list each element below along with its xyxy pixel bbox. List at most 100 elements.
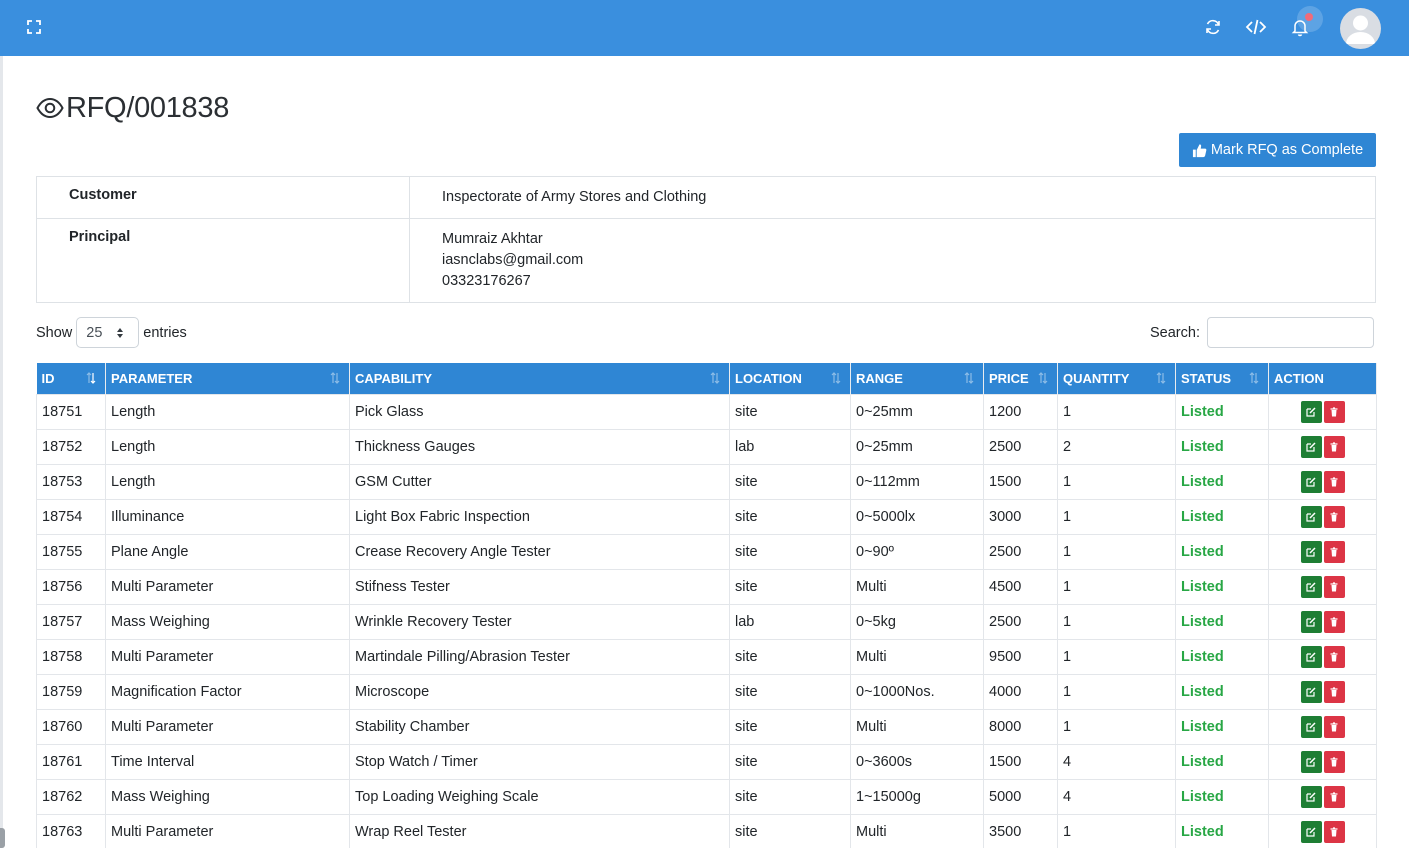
column-header-label: PARAMETER [111,370,193,386]
column-header-id[interactable]: ID [36,363,106,394]
delete-button[interactable] [1323,436,1345,458]
trash-icon [1330,512,1338,522]
table-row: 18756 Multi Parameter Stifness Tester site M… [36,568,1377,605]
cell-capability: Wrinkle Recovery Tester [349,603,730,640]
cell-quantity: 1 [1057,603,1176,640]
cell-id: 18762 [36,778,106,815]
cell-capability: GSM Cutter [349,463,730,500]
delete-button[interactable] [1323,576,1345,598]
search-input[interactable] [1206,317,1374,348]
edit-button[interactable] [1300,541,1322,563]
cell-action [1268,498,1377,535]
edit-icon [1306,477,1316,487]
delete-button[interactable] [1323,681,1345,703]
edit-button[interactable] [1300,436,1322,458]
user-avatar[interactable] [1340,8,1381,49]
delete-button[interactable] [1323,751,1345,773]
cell-id: 18757 [36,603,106,640]
cell-parameter: Multi Parameter [105,638,350,675]
column-header-status[interactable]: STATUS [1175,363,1269,394]
sort-icon [710,372,720,384]
row-actions [1274,750,1371,773]
cell-parameter: Length [105,393,350,430]
edit-button[interactable] [1300,506,1322,528]
show-label: Show [36,324,73,341]
edit-button[interactable] [1300,786,1322,808]
sort-icon [1249,372,1259,384]
scrollbar-handle[interactable] [0,828,5,848]
table-header-row: ID PARAMETER CAPABILITY LOCATION RANGE PRICE Q… [36,363,1377,394]
row-actions [1274,505,1371,528]
table-row: 18754 Illuminance Light Box Fabric Inspect… [36,498,1377,535]
column-header-range[interactable]: RANGE [850,363,984,394]
delete-button[interactable] [1323,541,1345,563]
cell-range: 0~25mm [850,393,984,430]
cell-price: 4000 [983,673,1058,710]
cell-price: 1500 [983,743,1058,780]
edit-icon [1306,827,1316,837]
cell-location: site [729,708,851,745]
delete-button[interactable] [1323,716,1345,738]
principal-phone: 03323176267 [442,273,531,289]
cell-id: 18755 [36,533,106,570]
edit-button[interactable] [1300,751,1322,773]
delete-button[interactable] [1323,821,1345,843]
edit-button[interactable] [1300,471,1322,493]
rfq-info-table: Customer Inspectorate of Army Stores and… [36,176,1376,303]
cell-quantity: 1 [1057,708,1176,745]
code-icon[interactable] [1245,16,1267,38]
cell-capability: Pick Glass [349,393,730,430]
trash-icon [1330,407,1338,417]
entries-label: entries [143,324,187,341]
edit-button[interactable] [1300,401,1322,423]
cell-status: Listed [1175,428,1269,465]
cell-parameter: Length [105,428,350,465]
cell-action [1268,568,1377,605]
table-row: 18761 Time Interval Stop Watch / Timer site… [36,743,1377,780]
column-header-parameter[interactable]: PARAMETER [105,363,350,394]
delete-button[interactable] [1323,646,1345,668]
column-header-location[interactable]: LOCATION [729,363,851,394]
cell-parameter: Multi Parameter [105,568,350,605]
column-header-quantity[interactable]: QUANTITY [1057,363,1176,394]
mark-complete-button[interactable]: Mark RFQ as Complete [1179,133,1376,167]
cell-status: Listed [1175,708,1269,745]
column-header-label: STATUS [1181,370,1232,386]
column-header-action[interactable]: ACTION [1268,363,1377,394]
column-header-capability[interactable]: CAPABILITY [349,363,730,394]
delete-button[interactable] [1323,786,1345,808]
edit-button[interactable] [1300,716,1322,738]
cell-status: Listed [1175,393,1269,430]
cell-price: 1200 [983,393,1058,430]
edit-button[interactable] [1300,646,1322,668]
table-row: 18752 Length Thickness Gauges lab 0~25mm 2500… [36,428,1377,465]
search-label: Search: [1150,324,1200,341]
row-actions [1274,575,1371,598]
edit-button[interactable] [1300,681,1322,703]
delete-button[interactable] [1323,401,1345,423]
table-body: 18751 Length Pick Glass site 0~25mm 1200 1 List… [36,393,1377,848]
cell-parameter: Plane Angle [105,533,350,570]
cell-id: 18752 [36,428,106,465]
capabilities-table: ID PARAMETER CAPABILITY LOCATION RANGE PRICE Q… [36,363,1377,848]
cell-location: lab [729,428,851,465]
cell-action [1268,533,1377,570]
delete-button[interactable] [1323,506,1345,528]
fullscreen-icon[interactable] [24,17,44,37]
cell-id: 18753 [36,463,106,500]
delete-button[interactable] [1323,471,1345,493]
delete-button[interactable] [1323,611,1345,633]
edit-icon [1306,792,1316,802]
edit-button[interactable] [1300,611,1322,633]
cell-action [1268,393,1377,430]
row-actions [1274,680,1371,703]
entries-value: 25 [86,324,103,341]
cell-location: site [729,393,851,430]
edit-button[interactable] [1300,821,1322,843]
table-row: 18755 Plane Angle Crease Recovery Angle Te… [36,533,1377,570]
customer-value: Inspectorate of Army Stores and Clothing [409,176,1376,219]
column-header-price[interactable]: PRICE [983,363,1058,394]
entries-select[interactable]: 25 [76,317,140,348]
edit-button[interactable] [1300,576,1322,598]
refresh-icon[interactable] [1202,16,1224,38]
